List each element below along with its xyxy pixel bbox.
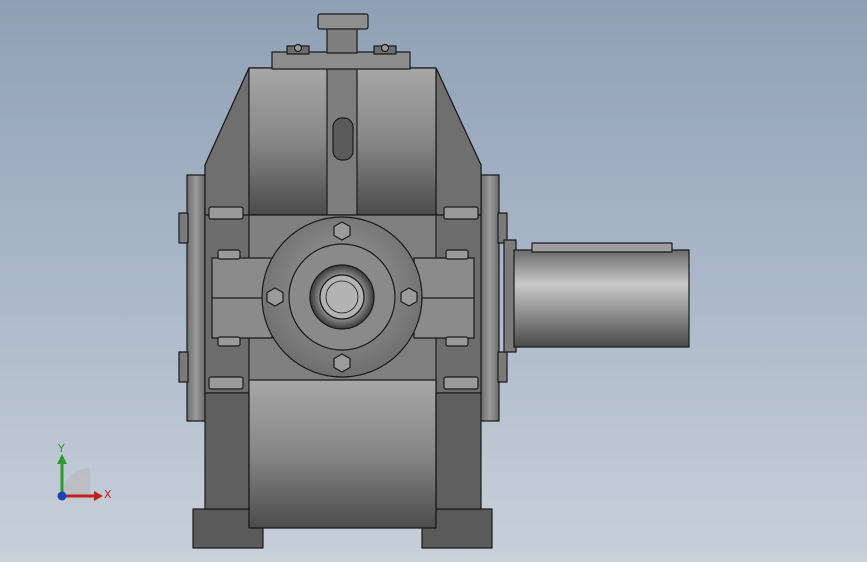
left-side-plate (186, 174, 206, 422)
graphics-viewport[interactable]: Y X (0, 0, 867, 562)
x-axis-label: X (104, 488, 112, 501)
output-shaft (513, 249, 690, 348)
shaft-key (531, 242, 673, 253)
view-orientation-triad: Y X (57, 442, 112, 501)
y-axis-label: Y (57, 442, 65, 455)
breather-cap (317, 13, 369, 30)
breather-stem (326, 26, 358, 54)
right-side-plate (480, 174, 500, 422)
z-axis-dot (57, 491, 67, 501)
gearbox-model[interactable] (0, 0, 867, 562)
